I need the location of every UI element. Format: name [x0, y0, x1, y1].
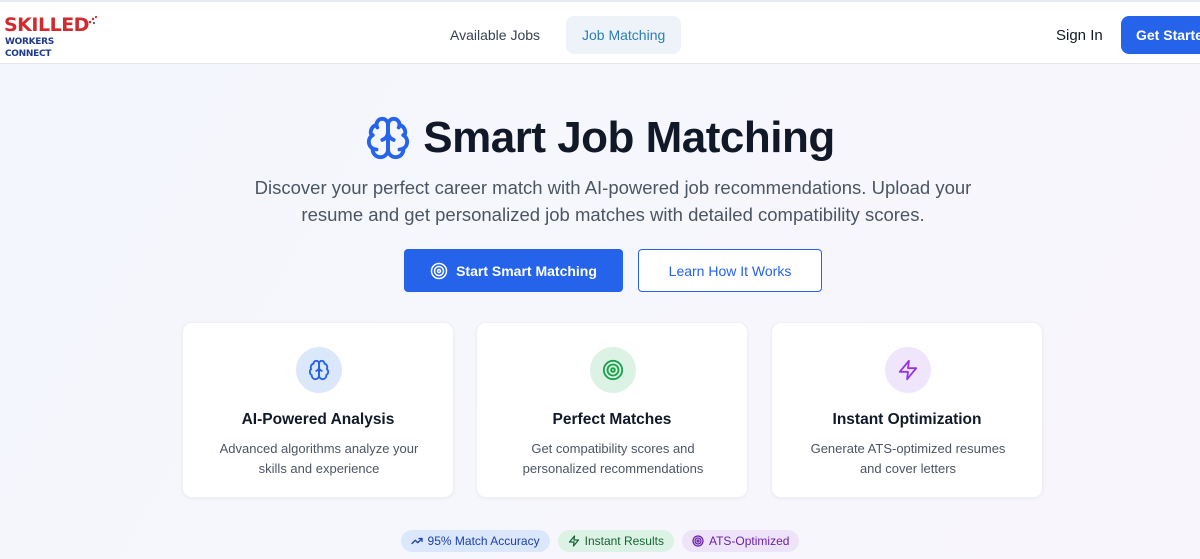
lightning-icon — [898, 359, 918, 381]
hero-description: Discover your perfect career match with … — [254, 177, 972, 225]
feature-title: Perfect Matches — [552, 411, 672, 428]
feature-title: Instant Optimization — [832, 411, 982, 428]
target-icon — [602, 359, 624, 381]
feature-card-perfect-matches: Perfect Matches Get compatibility scores… — [476, 322, 748, 498]
start-smart-matching-button[interactable]: Start Smart Matching — [404, 249, 623, 292]
target-icon — [692, 535, 704, 547]
badge-label: 95% Match Accuracy — [427, 534, 540, 548]
nav-job-matching[interactable]: Job Matching — [566, 16, 682, 54]
feature-title: AI-Powered Analysis — [241, 411, 395, 428]
page-title: Smart Job Matching — [423, 113, 835, 162]
get-started-button[interactable]: Get Started — [1121, 16, 1200, 54]
logo-dots-icon — [85, 15, 98, 27]
feature-icon-circle — [885, 347, 931, 393]
logo-tagline: WORKERS CONNECT — [5, 37, 54, 59]
feature-description: Generate ATS-optimized resumes and cover… — [810, 441, 1006, 476]
feature-card-ai-analysis: AI-Powered Analysis Advanced algorithms … — [182, 322, 454, 498]
top-navbar: SKILLED WORKERS CONNECT Available Jobs J… — [0, 0, 1200, 64]
feature-icon-circle — [296, 347, 342, 393]
feature-description: Advanced algorithms analyze your skills … — [219, 441, 419, 476]
badge-match-accuracy: 95% Match Accuracy — [400, 530, 550, 552]
badge-label: ATS-Optimized — [708, 534, 790, 548]
skilled-workers-connect-logo[interactable]: SKILLED WORKERS CONNECT — [4, 14, 98, 59]
badge-ats-optimized: ATS-Optimized — [681, 530, 800, 552]
brain-icon — [367, 116, 410, 160]
start-smart-matching-label: Start Smart Matching — [456, 262, 597, 279]
hero-heading: Smart Job Matching — [0, 108, 1200, 168]
target-icon — [430, 262, 448, 279]
badge-instant-results: Instant Results — [557, 530, 674, 552]
learn-how-it-works-button[interactable]: Learn How It Works — [638, 249, 822, 292]
trending-up-icon — [410, 537, 423, 545]
stats-badges: 95% Match Accuracy Instant Results ATS-O… — [0, 530, 1200, 552]
nav-available-jobs[interactable]: Available Jobs — [434, 16, 556, 54]
lightning-icon — [568, 535, 579, 547]
sign-in-link[interactable]: Sign In — [1048, 16, 1111, 54]
feature-icon-circle — [590, 347, 636, 393]
brain-icon — [308, 359, 330, 381]
feature-description: Get compatibility scores and personalize… — [522, 441, 704, 476]
logo-wordmark: SKILLED — [4, 14, 89, 36]
badge-label: Instant Results — [584, 534, 664, 548]
feature-card-instant-optimization: Instant Optimization Generate ATS-optimi… — [771, 322, 1043, 498]
